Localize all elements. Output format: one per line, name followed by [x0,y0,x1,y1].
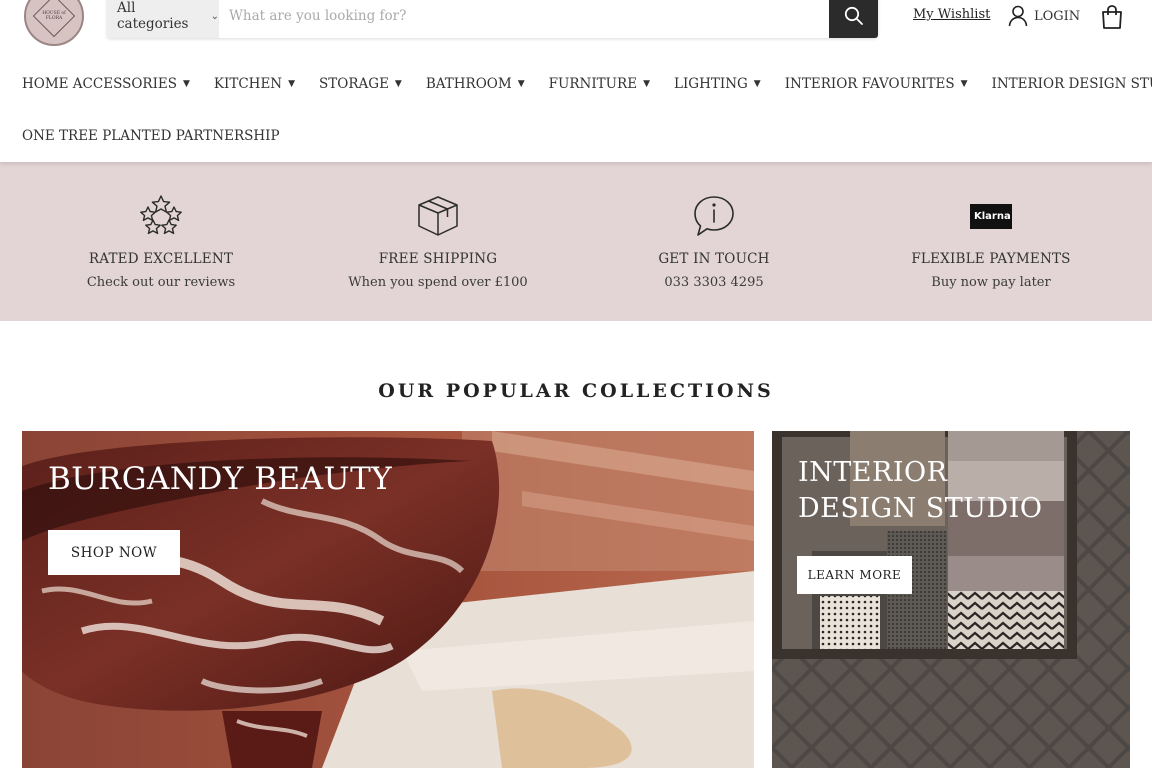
nav-item-furniture[interactable]: FURNITURE ▼ [549,76,650,92]
stars-icon [31,192,291,240]
nav-item-lighting[interactable]: LIGHTING ▼ [674,76,761,92]
nav-item-interior-design-studio[interactable]: INTERIOR DESIGN STUDIO [992,76,1152,92]
chevron-down-icon: ▼ [643,79,650,89]
collections-heading: OUR POPULAR COLLECTIONS [378,380,774,402]
site-header: HOUSE of FLORA All categories ⌄ My Wishl… [0,0,1152,162]
nav-item-one-tree-planted[interactable]: ONE TREE PLANTED PARTNERSHIP [22,128,280,144]
search-input[interactable] [219,0,829,38]
nav-item-label: KITCHEN [213,76,283,92]
feature-title: FLEXIBLE PAYMENTS [911,251,1071,267]
chevron-down-icon: ▼ [753,79,761,89]
logo-text: HOUSE of FLORA [42,11,66,21]
search-button[interactable] [829,0,878,38]
search-icon [844,6,863,25]
learn-more-button[interactable]: LEARN MORE [797,556,912,594]
shopping-bag-icon [1102,5,1122,29]
nav-item-bathroom[interactable]: BATHROOM ▼ [426,76,525,92]
cart-button[interactable] [1100,4,1124,34]
features-band: RATED EXCELLENT Check out our reviews FR… [0,162,1152,321]
feature-subtitle: When you spend over £100 [348,275,528,290]
nav-item-storage[interactable]: STORAGE ▼ [319,76,402,92]
chevron-down-icon: ▼ [288,79,296,89]
category-select-label: All categories [117,0,189,32]
nav-item-label: INTERIOR FAVOURITES [784,76,955,92]
chevron-down-icon: ▼ [183,79,190,89]
shop-now-button[interactable]: SHOP NOW [48,530,180,575]
chevron-down-icon: ▼ [394,79,402,89]
collection-title-line-1: INTERIOR [798,457,948,488]
nav-item-kitchen[interactable]: KITCHEN ▼ [214,76,295,92]
feature-subtitle: Check out our reviews [86,275,236,290]
nav-item-home-accessories[interactable]: HOME ACCESSORIES ▼ [22,76,190,92]
feature-rated-excellent[interactable]: RATED EXCELLENT Check out our reviews [31,192,291,290]
feature-flexible-payments[interactable]: Klarna FLEXIBLE PAYMENTS Buy now pay lat… [861,192,1121,290]
klarna-logo-wrap: Klarna [861,192,1121,240]
nav-item-label: BATHROOM [425,76,512,92]
klarna-logo: Klarna [970,203,1012,229]
collection-title: INTERIOR DESIGN STUDIO [798,455,1043,527]
feature-get-in-touch[interactable]: GET IN TOUCH 033 3303 4295 [584,192,844,290]
logo-diamond: HOUSE of FLORA [32,0,76,38]
feature-subtitle: 033 3303 4295 [664,275,764,290]
site-logo[interactable]: HOUSE of FLORA [24,0,84,46]
search-bar: All categories ⌄ [107,0,878,38]
nav-item-interior-favourites[interactable]: INTERIOR FAVOURITES ▼ [785,76,968,92]
login-link[interactable]: LOGIN [1008,5,1080,27]
wishlist-link[interactable]: My Wishlist [913,7,990,22]
nav-item-label: HOME ACCESSORIES [22,76,177,92]
collection-title: BURGANDY BEAUTY [48,461,393,497]
chevron-down-icon: ▼ [517,79,525,89]
user-icon [1008,5,1028,27]
collection-card-burgandy-beauty[interactable]: BURGANDY BEAUTY SHOP NOW [22,431,754,768]
feature-free-shipping[interactable]: FREE SHIPPING When you spend over £100 [308,192,568,290]
feature-title: FREE SHIPPING [378,251,498,267]
chevron-down-icon: ⌄ [210,10,219,22]
nav-row-primary: HOME ACCESSORIES ▼ KITCHEN ▼ STORAGE ▼ B… [22,74,1152,94]
nav-item-label: LIGHTING [674,76,748,92]
nav-item-label: ONE TREE PLANTED PARTNERSHIP [22,128,280,144]
info-bubble-icon [584,192,844,240]
nav-row-secondary: ONE TREE PLANTED PARTNERSHIP [22,126,1132,146]
category-select[interactable]: All categories ⌄ [107,0,219,38]
main-navigation: HOME ACCESSORIES ▼ KITCHEN ▼ STORAGE ▼ B… [22,74,1152,146]
collection-title-line-2: DESIGN STUDIO [798,493,1043,524]
box-icon [308,192,568,240]
nav-item-label: INTERIOR DESIGN STUDIO [991,76,1152,92]
chevron-down-icon: ▼ [960,79,968,89]
feature-title: GET IN TOUCH [658,251,770,267]
feature-subtitle: Buy now pay later [931,275,1051,290]
feature-title: RATED EXCELLENT [88,251,234,267]
collection-card-interior-design-studio[interactable]: INTERIOR DESIGN STUDIO LEARN MORE [772,431,1130,768]
nav-item-label: STORAGE [319,76,389,92]
nav-item-label: FURNITURE [548,76,638,92]
login-label: LOGIN [1034,8,1081,24]
